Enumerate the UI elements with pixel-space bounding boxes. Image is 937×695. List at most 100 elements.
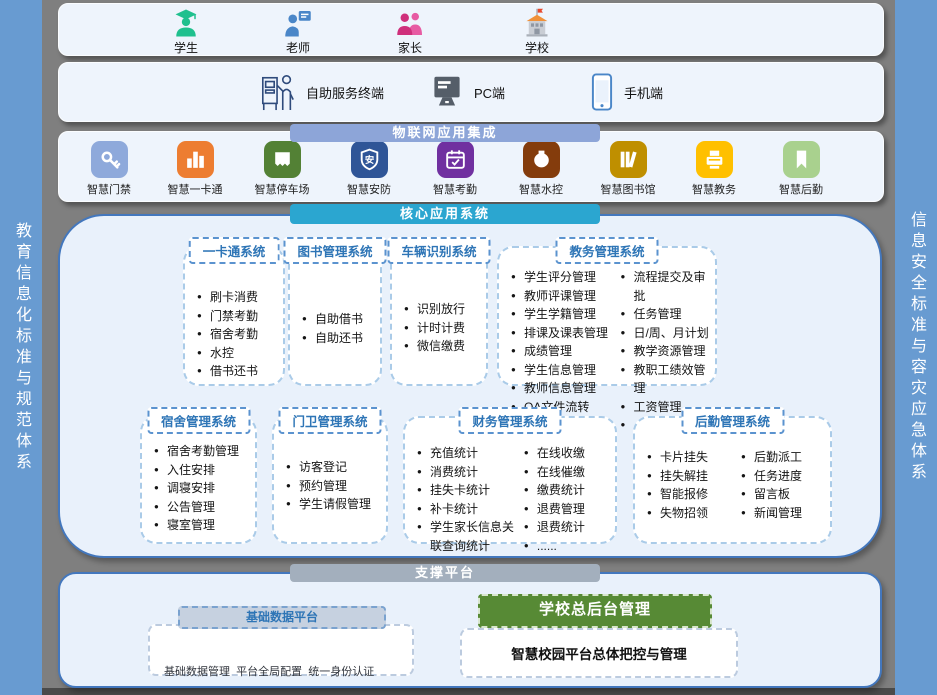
left-standards-pillar: 教育信息化标准与规范体系 xyxy=(0,0,42,695)
user-label: 老师 xyxy=(253,39,343,56)
system-box-dormitory: 宿舍管理系统 宿舍考勤管理入住安排调寝安排公告管理寝室管理 xyxy=(140,416,257,544)
list-item: 新闻管理 xyxy=(741,504,826,523)
user-label: 学校 xyxy=(492,39,582,56)
users-band: 学生 老师 家长 xyxy=(58,3,884,56)
list-item: 在线催缴 xyxy=(524,463,611,482)
list-item: 刷卡消费 xyxy=(197,288,258,307)
system-item-list: 宿舍考勤管理入住安排调寝安排公告管理寝室管理 xyxy=(154,442,239,542)
system-box-finance: 财务管理系统 充值统计消费统计挂失卡统计补卡统计学生家长信息关联查询统计 在线收… xyxy=(403,416,617,544)
system-item-list: 访客登记预约管理学生请假管理 xyxy=(286,458,371,542)
list-item: 入住安排 xyxy=(154,461,239,480)
system-box-logistics: 后勤管理系统 卡片挂失挂失解挂智能报修失物招领 后勤派工任务进度留言板新闻管理 xyxy=(633,416,832,544)
smart-campus-architecture-diagram: 教育信息化标准与规范体系 信息安全标准与容灾应急体系 学生 老师 xyxy=(0,0,937,695)
parking-icon xyxy=(264,141,301,178)
list-item: 计时计费 xyxy=(404,319,465,338)
system-item-list: 流程提交及审批任务管理日/周、月计划教学资源管理教职工绩效管理工资管理.....… xyxy=(620,268,711,384)
system-title: 宿舍管理系统 xyxy=(147,407,250,434)
iot-item-security: 安 智慧安防 xyxy=(324,141,414,197)
list-item: 缴费统计 xyxy=(524,481,611,500)
right-pillar-label: 信息安全标准与容灾应急体系 xyxy=(895,211,937,484)
iot-item-label: 智慧一卡通 xyxy=(150,181,240,197)
list-item: 教师评课管理 xyxy=(511,287,620,306)
logistics-bookmark-icon xyxy=(783,141,820,178)
academic-printer-icon xyxy=(696,141,733,178)
list-item: 寝室管理 xyxy=(154,516,239,535)
base-data-platform-box: 基础数据管理 平台全局配置 统一身份认证 用户账户与权限管理 单点登录 xyxy=(148,624,414,676)
system-item-list: 充值统计消费统计挂失卡统计补卡统计学生家长信息关联查询统计 xyxy=(417,444,524,542)
list-item: 教学资源管理 xyxy=(620,342,711,361)
list-item: 微信缴费 xyxy=(404,337,465,356)
left-pillar-label: 教育信息化标准与规范体系 xyxy=(0,222,42,474)
list-item: 识别放行 xyxy=(404,300,465,319)
list-item: 充值统计 xyxy=(417,444,524,463)
system-item-list: 后勤派工任务进度留言板新闻管理 xyxy=(741,448,826,542)
school-admin-title: 学校总后台管理 xyxy=(478,594,712,628)
system-item-list: 学生评分管理教师评课管理学生学籍管理排课及课表管理成绩管理学生信息管理教师信息管… xyxy=(511,268,620,384)
list-item: 后勤派工 xyxy=(741,448,826,467)
list-item: 公告管理 xyxy=(154,498,239,517)
list-item: 智能报修 xyxy=(647,485,741,504)
terminal-label: PC端 xyxy=(474,83,505,102)
desktop-icon xyxy=(429,74,465,110)
list-item: 自助借书 xyxy=(302,310,363,329)
support-section-header: 支撑平台 xyxy=(290,564,600,582)
list-item: 日/周、月计划 xyxy=(620,324,711,343)
system-item-list: 卡片挂失挂失解挂智能报修失物招领 xyxy=(647,448,741,542)
school-admin-desc: 智慧校园平台总体把控与管理 xyxy=(511,643,687,663)
list-item: 退费统计 xyxy=(524,518,611,537)
library-books-icon xyxy=(610,141,647,178)
list-item: 任务进度 xyxy=(741,467,826,486)
iot-item-parking: 智慧停车场 xyxy=(237,141,327,197)
list-item: 学生评分管理 xyxy=(511,268,620,287)
iot-item-one-card: 智慧一卡通 xyxy=(150,141,240,197)
list-item: 预约管理 xyxy=(286,477,371,496)
terminal-label: 手机端 xyxy=(624,83,663,102)
list-item: 退费管理 xyxy=(524,500,611,519)
list-item: 补卡统计 xyxy=(417,500,524,519)
list-item: 自助还书 xyxy=(302,329,363,348)
system-item-list: 刷卡消费门禁考勤宿舍考勤水控借书还书 xyxy=(197,288,258,384)
user-label: 家长 xyxy=(365,39,455,56)
right-standards-pillar: 信息安全标准与容灾应急体系 xyxy=(895,0,937,695)
list-item: 水控 xyxy=(197,344,258,363)
iot-item-label: 智慧水控 xyxy=(496,181,586,197)
iot-item-label: 智慧图书馆 xyxy=(583,181,673,197)
school-admin-box: 智慧校园平台总体把控与管理 xyxy=(460,628,738,678)
mobile-icon xyxy=(589,72,615,112)
list-item: 留言板 xyxy=(741,485,826,504)
list-item: 排课及课表管理 xyxy=(511,324,620,343)
system-item-list: 在线收缴在线催缴缴费统计退费管理退费统计...... xyxy=(524,444,611,542)
list-item: 调寝安排 xyxy=(154,479,239,498)
parents-icon xyxy=(395,8,425,38)
water-control-icon xyxy=(523,141,560,178)
list-item: 学生信息管理 xyxy=(511,361,620,380)
iot-item-academic: 智慧教务 xyxy=(669,141,759,197)
iot-item-label: 智慧教务 xyxy=(669,181,759,197)
terminal-item-mobile: 手机端 xyxy=(589,63,663,121)
list-item: 成绩管理 xyxy=(511,342,620,361)
user-item-teacher: 老师 xyxy=(253,8,343,56)
list-item: 学生家长信息关联查询统计 xyxy=(417,518,524,555)
list-item: 在线收缴 xyxy=(524,444,611,463)
list-item: ...... xyxy=(524,537,611,556)
door-access-icon xyxy=(91,141,128,178)
list-item: 学生学籍管理 xyxy=(511,305,620,324)
user-item-school: 学校 xyxy=(492,8,582,56)
system-title: 图书管理系统 xyxy=(283,237,386,264)
school-icon xyxy=(522,8,552,38)
terminals-band: 自助服务终端 PC端 手机端 xyxy=(58,62,884,122)
list-item: 流程提交及审批 xyxy=(620,268,711,305)
system-title: 后勤管理系统 xyxy=(681,407,784,434)
list-item: 挂失解挂 xyxy=(647,467,741,486)
core-section-header: 核心应用系统 xyxy=(290,204,600,224)
list-item: 任务管理 xyxy=(620,305,711,324)
iot-item-water: 智慧水控 xyxy=(496,141,586,197)
security-shield-icon: 安 xyxy=(351,141,388,178)
iot-item-attendance: 智慧考勤 xyxy=(410,141,500,197)
iot-item-label: 智慧后勤 xyxy=(756,181,846,197)
system-box-library: 图书管理系统 自助借书自助还书 xyxy=(288,246,382,386)
list-item: 卡片挂失 xyxy=(647,448,741,467)
list-item: 消费统计 xyxy=(417,463,524,482)
list-item: 借书还书 xyxy=(197,362,258,381)
base-platform-line1: 基础数据管理 平台全局配置 统一身份认证 xyxy=(164,665,400,680)
